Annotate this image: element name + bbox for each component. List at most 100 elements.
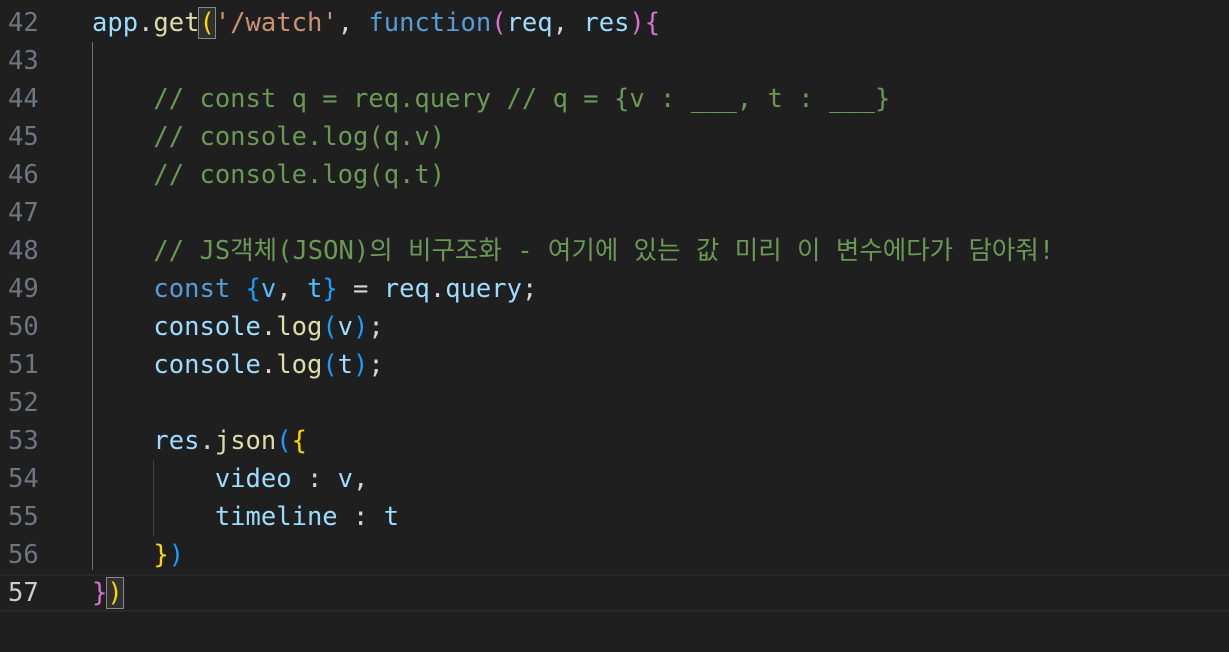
line-number: 51	[8, 350, 39, 380]
code-token: log	[276, 312, 323, 342]
code-text[interactable]: // JS객체(JSON)의 비구조화 - 여기에 있는 값 미리 이 변수에다…	[92, 232, 1054, 270]
code-token: :	[291, 464, 338, 494]
code-line[interactable]: 56 })	[0, 536, 1229, 574]
code-line[interactable]: 48 // JS객체(JSON)의 비구조화 - 여기에 있는 값 미리 이 변…	[0, 232, 1229, 270]
line-number: 48	[8, 236, 39, 266]
line-number: 49	[8, 274, 39, 304]
code-text[interactable]: // console.log(q.v)	[92, 118, 445, 156]
code-line[interactable]: 55 timeline : t	[0, 498, 1229, 536]
code-token: timeline	[214, 502, 338, 532]
code-line[interactable]: 51 console.log(t);	[0, 346, 1229, 384]
code-token: json	[214, 426, 277, 456]
matched-bracket: (	[198, 7, 216, 39]
code-token: (	[322, 312, 338, 342]
code-token: // console.log(q.t)	[92, 160, 446, 190]
code-token: res	[153, 426, 200, 456]
code-token: {	[644, 8, 661, 38]
code-line[interactable]: 53 res.json({	[0, 422, 1229, 460]
line-number: 46	[8, 160, 39, 190]
code-token: {	[245, 274, 261, 304]
code-token: (	[491, 8, 507, 38]
code-text[interactable]: })	[92, 536, 184, 574]
code-line[interactable]: 54 video : v,	[0, 460, 1229, 498]
line-number: 43	[8, 46, 39, 76]
code-text[interactable]: // const q = req.query // q = {v : ___, …	[92, 80, 890, 118]
line-number: 54	[8, 464, 39, 494]
code-token: }	[322, 274, 338, 304]
line-number: 45	[8, 122, 39, 152]
line-number: 42	[8, 8, 39, 38]
code-line[interactable]: 44 // const q = req.query // q = {v : __…	[0, 80, 1229, 118]
line-number: 55	[8, 502, 39, 532]
code-token: ,	[353, 464, 369, 494]
code-token: res	[583, 8, 630, 38]
code-token: .	[260, 312, 277, 342]
code-text[interactable]: app.get('/watch', function(req, res){	[92, 4, 660, 42]
code-token: .	[199, 426, 215, 456]
code-editor[interactable]: 42 app.get('/watch', function(req, res){4…	[0, 0, 1229, 652]
code-line[interactable]: 49 const {v, t} = req.query;	[0, 270, 1229, 308]
code-text[interactable]: res.json({	[92, 422, 307, 460]
code-text[interactable]: })	[92, 576, 124, 610]
line-number: 44	[8, 84, 39, 114]
code-token: v	[337, 464, 354, 494]
code-token: log	[276, 350, 323, 380]
code-token: .	[260, 350, 277, 380]
code-token: .	[138, 8, 154, 38]
code-token: .	[429, 274, 446, 304]
code-text[interactable]: console.log(t);	[92, 346, 384, 384]
code-token: req	[506, 8, 553, 38]
code-text[interactable]: console.log(v);	[92, 308, 384, 346]
code-line[interactable]: 46 // console.log(q.t)	[0, 156, 1229, 194]
code-token: t	[306, 274, 323, 304]
code-text[interactable]: timeline : t	[92, 498, 399, 536]
line-number: 53	[8, 426, 39, 456]
matched-bracket: )	[106, 577, 124, 609]
code-token: console	[153, 312, 261, 342]
line-number: 57	[8, 578, 39, 608]
code-token: }	[153, 540, 169, 570]
code-token: ,	[337, 8, 369, 38]
code-token: }	[92, 578, 108, 608]
code-token: ;	[521, 274, 538, 304]
code-token: req	[383, 274, 430, 304]
code-line[interactable]: 43	[0, 42, 1229, 80]
code-token: query	[445, 274, 522, 304]
line-number: 47	[8, 198, 39, 228]
line-number: 50	[8, 312, 39, 342]
code-line[interactable]: 50 console.log(v);	[0, 308, 1229, 346]
code-token: (	[276, 426, 292, 456]
code-token: ;	[368, 312, 384, 342]
code-text[interactable]: // console.log(q.t)	[92, 156, 445, 194]
code-token: ;	[368, 350, 384, 380]
code-token: console	[153, 350, 261, 380]
code-token: )	[353, 312, 369, 342]
code-token: function	[368, 8, 492, 38]
code-token: get	[153, 8, 200, 38]
code-line[interactable]: 45 // console.log(q.v)	[0, 118, 1229, 156]
code-line[interactable]: 52	[0, 384, 1229, 422]
code-token: )	[168, 540, 185, 570]
code-text[interactable]: const {v, t} = req.query;	[92, 270, 537, 308]
code-token: =	[337, 274, 384, 304]
code-token: t	[383, 502, 400, 532]
code-token: :	[337, 502, 384, 532]
code-line[interactable]: 47	[0, 194, 1229, 232]
code-token: video	[214, 464, 292, 494]
code-line[interactable]: 42 app.get('/watch', function(req, res){	[0, 4, 1229, 42]
code-token: )	[629, 8, 645, 38]
code-token: app	[92, 8, 139, 38]
code-token: t	[337, 350, 354, 380]
line-number: 56	[8, 540, 39, 570]
code-line[interactable]: 57})	[0, 574, 1229, 612]
code-token: (	[322, 350, 338, 380]
code-token: // console.log(q.v)	[92, 122, 446, 152]
code-text[interactable]: video : v,	[92, 460, 369, 498]
